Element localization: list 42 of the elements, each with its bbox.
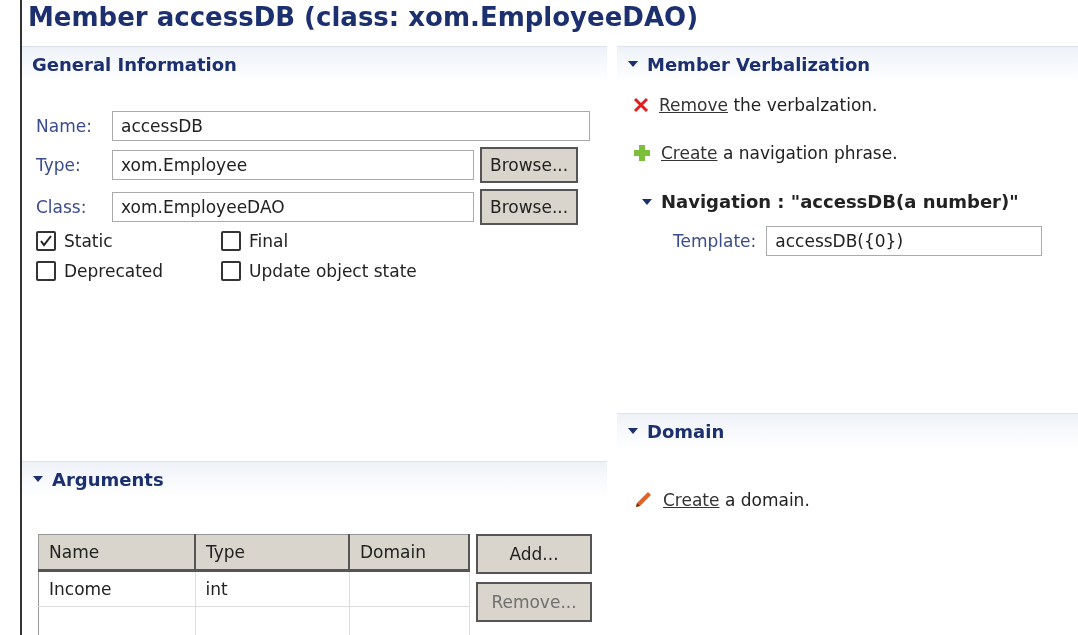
- action-link[interactable]: Create: [663, 490, 720, 510]
- add-button[interactable]: Add...: [476, 534, 592, 574]
- input-field[interactable]: xom.Employee: [112, 150, 474, 180]
- section-title: Domain: [647, 420, 725, 442]
- checkbox-label: Final: [249, 231, 289, 251]
- field-label: Name:: [36, 116, 93, 136]
- action-link[interactable]: Remove: [659, 95, 728, 115]
- delete-x-icon: [633, 97, 649, 113]
- checkbox-label: Static: [64, 231, 113, 251]
- collapse-arrow-icon[interactable]: [627, 427, 639, 435]
- column-header[interactable]: Name: [38, 534, 195, 571]
- pencil-icon: [633, 490, 653, 510]
- table-cell: Income: [38, 570, 195, 607]
- field-label: Type:: [36, 155, 82, 175]
- section-title: Member Verbalization: [647, 53, 871, 75]
- section-title: Arguments: [52, 468, 164, 490]
- action-link[interactable]: Create: [661, 143, 718, 163]
- navigation-heading: Navigation : "accessDB(a number)": [661, 191, 1019, 212]
- field-label: Template:: [673, 231, 757, 251]
- collapse-arrow-icon[interactable]: [641, 197, 653, 206]
- table-cell: int: [195, 570, 349, 607]
- column-header[interactable]: Domain: [349, 534, 469, 571]
- column-header[interactable]: Type: [195, 534, 349, 571]
- field-label: Class:: [36, 197, 88, 217]
- checkbox[interactable]: [36, 231, 56, 251]
- action-sentence: Create a domain.: [663, 490, 810, 510]
- input-field[interactable]: accessDB: [112, 111, 590, 141]
- action-sentence: Create a navigation phrase.: [661, 143, 898, 163]
- page-title: Member accessDB (class: xom.EmployeeDAO): [27, 1, 700, 34]
- checkbox-label: Deprecated: [64, 261, 164, 281]
- checkbox-label: Update object state: [249, 261, 417, 281]
- template-field[interactable]: accessDB({0}): [766, 226, 1043, 256]
- action-sentence: Remove the verbalzation.: [659, 95, 878, 115]
- checkbox[interactable]: [221, 231, 241, 251]
- plus-icon: [633, 144, 651, 162]
- collapse-arrow-icon[interactable]: [627, 60, 639, 68]
- browse-button[interactable]: Browse...: [480, 189, 579, 225]
- input-field[interactable]: xom.EmployeeDAO: [112, 192, 474, 222]
- checkbox[interactable]: [36, 261, 56, 281]
- checkbox[interactable]: [221, 261, 241, 281]
- browse-button[interactable]: Browse...: [480, 147, 579, 183]
- collapse-arrow-icon[interactable]: [32, 475, 44, 483]
